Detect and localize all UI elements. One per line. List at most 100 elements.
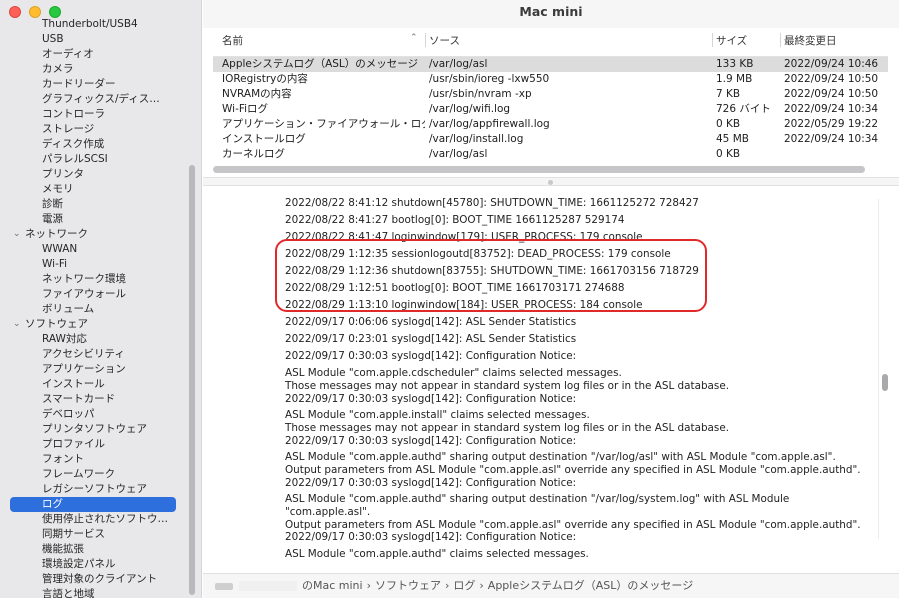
sidebar-item-label: プロファイル: [42, 438, 105, 450]
sidebar-item-18[interactable]: ファイアウォール: [0, 287, 201, 302]
cell-name: NVRAMの内容: [222, 88, 292, 100]
log-line: 2022/08/22 8:41:12 shutdown[45780]: SHUT…: [285, 197, 699, 209]
sidebar-item-label: ネットワーク: [25, 228, 88, 240]
sidebar-item-label: カードリーダー: [42, 78, 116, 90]
chevron-down-icon[interactable]: ⌄: [13, 317, 21, 332]
log-vertical-scrollbar[interactable]: [882, 374, 888, 391]
sidebar-item-label: グラフィックス/ディス…: [42, 93, 160, 105]
table-row[interactable]: IORegistryの内容/usr/sbin/ioreg -lxw550 1.9 …: [213, 72, 888, 87]
log-line: ASL Module "com.apple.authd" claims sele…: [285, 547, 589, 560]
sidebar-item-12[interactable]: 診断: [0, 197, 201, 212]
log-line: 2022/09/17 0:30:03 syslogd[142]: Configu…: [285, 531, 577, 543]
sidebar-item-13[interactable]: 電源: [0, 212, 201, 227]
column-divider[interactable]: [712, 33, 713, 47]
sidebar-item-label: 機能拡張: [42, 543, 84, 555]
log-content-view[interactable]: 2022/08/22 8:41:12 shutdown[45780]: SHUT…: [203, 187, 899, 573]
sidebar-item-29[interactable]: フォント: [0, 452, 201, 467]
cell-size: 0 KB: [716, 118, 741, 130]
column-header-modified[interactable]: 最終変更日: [784, 33, 837, 49]
sidebar-item-6[interactable]: コントローラ: [0, 107, 201, 122]
sidebar-item-1[interactable]: USB: [0, 32, 201, 47]
breadcrumb-path: のMac mini › ソフトウェア › ログ › Appleシステムログ（ASL）のメッセ…: [302, 579, 693, 592]
sidebar-item-label: メモリ: [42, 183, 74, 195]
column-divider[interactable]: [780, 33, 781, 47]
table-row[interactable]: インストールログ/var/log/install.log 45 MB 2022/09…: [213, 132, 888, 147]
column-header-source[interactable]: ソース: [429, 33, 460, 49]
sidebar-item-11[interactable]: メモリ: [0, 182, 201, 197]
sidebar-item-23[interactable]: アプリケーション: [0, 362, 201, 377]
sidebar-item-38[interactable]: 言語と地域: [0, 587, 201, 598]
table-row[interactable]: アプリケーション・ファイアウォール・ログ/var/log/appfirewall…: [213, 117, 888, 132]
sidebar-item-24[interactable]: インストール: [0, 377, 201, 392]
sidebar-item-34[interactable]: 同期サービス: [0, 527, 201, 542]
sidebar-item-32[interactable]: ログ: [10, 497, 176, 512]
breadcrumb-item[interactable]: ソフトウェア: [375, 579, 441, 592]
sidebar-item-9[interactable]: パラレルSCSI: [0, 152, 201, 167]
sidebar-item-36[interactable]: 環境設定パネル: [0, 557, 201, 572]
split-view-divider[interactable]: [203, 177, 899, 186]
cell-size: 45 MB: [716, 133, 749, 145]
minimize-window-button[interactable]: [29, 6, 41, 18]
column-header-name[interactable]: 名前: [222, 33, 243, 49]
log-line: 2022/08/29 1:12:35 sessionlogoutd[83752]…: [285, 248, 671, 260]
column-header-size[interactable]: サイズ: [716, 33, 747, 49]
sidebar-item-16[interactable]: Wi-Fi: [0, 257, 201, 272]
zoom-window-button[interactable]: [49, 6, 61, 18]
sidebar-item-31[interactable]: レガシーソフトウェア: [0, 482, 201, 497]
log-line: 2022/09/17 0:23:01 syslogd[142]: ASL Sen…: [285, 333, 577, 345]
sidebar-item-label: プリンタソフトウェア: [42, 423, 147, 435]
sidebar-item-8[interactable]: ディスク作成: [0, 137, 201, 152]
sidebar-scrollbar[interactable]: [189, 165, 195, 595]
sidebar-item-2[interactable]: オーディオ: [0, 47, 201, 62]
sidebar-item-37[interactable]: 管理対象のクライアント: [0, 572, 201, 587]
table-row[interactable]: Wi-Fiログ/var/log/wifi.log 726 バイト 2022/09/2…: [213, 102, 888, 117]
sidebar-item-30[interactable]: フレームワーク: [0, 467, 201, 482]
breadcrumb-item[interactable]: のMac mini: [302, 579, 363, 592]
breadcrumb-separator: ›: [444, 579, 450, 592]
sidebar-item-28[interactable]: プロファイル: [0, 437, 201, 452]
sidebar-item-5[interactable]: グラフィックス/ディス…: [0, 92, 201, 107]
sidebar-item-7[interactable]: ストレージ: [0, 122, 201, 137]
sidebar-item-label: 診断: [42, 198, 63, 210]
log-line: 2022/08/29 1:12:36 shutdown[83755]: SHUT…: [285, 265, 699, 277]
sidebar-item-label: スマートカード: [42, 393, 116, 405]
sidebar-item-33[interactable]: 使用停止されたソフトウ…: [0, 512, 201, 527]
sidebar-item-3[interactable]: カメラ: [0, 62, 201, 77]
sidebar-item-10[interactable]: プリンタ: [0, 167, 201, 182]
sidebar-item-14[interactable]: ⌄ ネットワーク: [0, 227, 201, 242]
cell-source: /var/log/appfirewall.log: [429, 118, 550, 130]
sidebar-item-26[interactable]: デベロッパ: [0, 407, 201, 422]
sidebar-item-22[interactable]: アクセシビリティ: [0, 347, 201, 362]
breadcrumb-item[interactable]: Appleシステムログ（ASL）のメッセージ: [488, 579, 693, 592]
close-window-button[interactable]: [9, 6, 21, 18]
sidebar-item-21[interactable]: RAW対応: [0, 332, 201, 347]
sidebar-item-19[interactable]: ボリューム: [0, 302, 201, 317]
sidebar-item-20[interactable]: ⌄ ソフトウェア: [0, 317, 201, 332]
sidebar-item-label: オーディオ: [42, 48, 94, 60]
cell-size: 726 バイト: [716, 103, 771, 115]
sidebar-item-label: 電源: [42, 213, 63, 225]
sidebar-item-4[interactable]: カードリーダー: [0, 77, 201, 92]
sidebar-item-17[interactable]: ネットワーク環境: [0, 272, 201, 287]
sidebar-item-label: 言語と地域: [42, 588, 95, 598]
cell-modified: 2022/09/24 10:50: [784, 88, 879, 100]
sidebar-item-label: ソフトウェア: [25, 318, 88, 330]
log-line: 2022/08/22 8:41:27 bootlog[0]: BOOT_TIME…: [285, 214, 625, 226]
table-row[interactable]: Appleシステムログ（ASL）のメッセージ/var/log/asl 133 KB…: [213, 57, 888, 72]
sidebar-item-label: プリンタ: [42, 168, 84, 180]
sidebar-item-0[interactable]: Thunderbolt/USB4: [0, 17, 201, 32]
table-row[interactable]: カーネルログ/var/log/asl 0 KB: [213, 147, 888, 162]
breadcrumb-item[interactable]: ログ: [453, 579, 475, 592]
sidebar-item-27[interactable]: プリンタソフトウェア: [0, 422, 201, 437]
mac-mini-icon: [215, 582, 233, 590]
sidebar-item-25[interactable]: スマートカード: [0, 392, 201, 407]
chevron-down-icon[interactable]: ⌄: [13, 227, 21, 242]
sidebar-item-15[interactable]: WWAN: [0, 242, 201, 257]
table-row[interactable]: NVRAMの内容/usr/sbin/nvram -xp 7 KB 2022/09/2…: [213, 87, 888, 102]
sidebar-item-label: ログ: [42, 498, 63, 510]
divider-handle-icon: [548, 180, 553, 185]
sidebar-item-label: 管理対象のクライアント: [42, 573, 158, 585]
table-horizontal-scrollbar[interactable]: [213, 166, 865, 173]
sidebar-item-35[interactable]: 機能拡張: [0, 542, 201, 557]
column-divider[interactable]: [425, 33, 426, 47]
